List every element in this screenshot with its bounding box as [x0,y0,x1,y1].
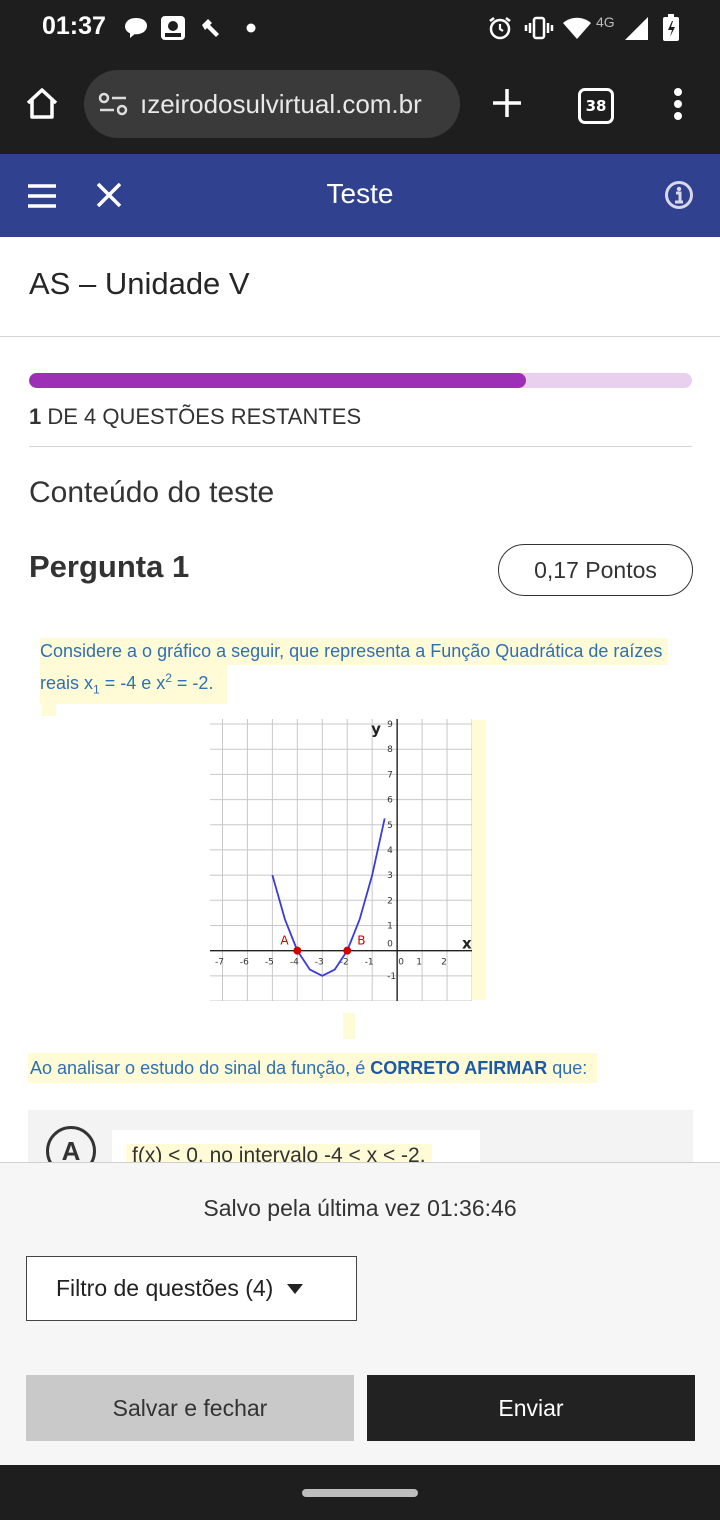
highlight-block [343,1013,355,1039]
y-axis-label: y [371,720,381,738]
vibrate-icon [524,14,554,42]
y-tick-label: 6 [387,796,393,806]
root-point-a [293,946,302,955]
content-heading: Conteúdo do teste [29,476,275,509]
app-header: Teste [0,154,720,237]
close-icon[interactable] [94,180,124,210]
y-tick-label: 1 [387,921,393,931]
question-text-line2: reais x1 = -4 e x2 = -2. [40,665,228,704]
browser-toolbar: ızeirodosulvirtual.com.br 38 [0,56,720,154]
info-icon[interactable] [664,180,694,210]
status-bar: 01:37 4G [0,0,720,56]
x-tick-label: 0 [398,958,404,968]
y-tick-label: 5 [387,821,393,831]
remaining-label: DE 4 QUESTÕES RESTANTES [41,404,362,429]
network-type: 4G [596,14,615,30]
footer-panel: Salvo pela última vez 01:36:46 Filtro de… [0,1162,720,1466]
dot-icon [244,14,258,42]
x-tick-label: -5 [265,958,274,968]
question-prompt: Ao analisar o estudo do sinal da função,… [28,1053,598,1083]
divider [29,446,692,447]
y-tick-label: 3 [387,871,393,881]
alarm-icon [486,14,514,42]
highlight-block [472,720,486,1000]
site-settings-icon[interactable] [98,90,128,118]
questions-remaining: 1 DE 4 QUESTÕES RESTANTES [29,404,361,430]
x-axis-label: x [462,935,472,953]
submit-button[interactable]: Enviar [367,1375,695,1441]
system-nav-bar [0,1465,720,1520]
new-tab-icon[interactable] [490,86,524,120]
y-tick-label: -1 [387,972,396,982]
x-tick-label: 1 [416,958,422,968]
y-tick-label: 8 [387,745,393,755]
quadratic-graph: -7 -6 -5 -4 -3 -2 -1 0 1 2-10123456789xyA B [210,719,472,1001]
save-and-close-button[interactable]: Salvar e fechar [26,1375,354,1441]
gesture-handle[interactable] [302,1489,418,1497]
url-text: ızeirodosulvirtual.com.br [140,89,422,119]
y-tick-label: 9 [387,720,393,730]
y-tick-label: 2 [387,896,393,906]
remaining-count: 1 [29,404,42,429]
hamburger-menu-icon[interactable] [26,182,58,210]
address-bar[interactable]: ızeirodosulvirtual.com.br [84,70,460,138]
home-icon[interactable] [22,84,62,124]
point-label: B [357,934,365,948]
chat-bubble-icon [122,14,150,42]
saved-status: Salvo pela última vez 01:36:46 [203,1195,517,1221]
x-tick-label: -6 [240,958,249,968]
x-tick-label: -1 [365,958,374,968]
x-tick-label: 2 [441,958,447,968]
point-label: A [280,934,289,948]
y-tick-label: 4 [387,846,393,856]
signal-icon [622,14,650,42]
highlight-block [42,692,56,716]
tools-icon [198,14,224,42]
y-tick-label: 7 [387,770,393,780]
x-tick-label: -4 [290,958,299,968]
battery-icon [660,14,682,42]
progress-fill [29,373,527,388]
divider [0,336,720,337]
parabola-line [271,818,386,977]
root-point-b [343,946,352,955]
status-time: 01:37 [42,12,106,40]
question-title: Pergunta 1 [29,549,190,584]
wifi-icon [562,14,592,42]
question-text-line1: Considere a o gráfico a seguir, que repr… [40,638,669,665]
page-title: AS – Unidade V [29,266,250,301]
tabs-icon[interactable]: 38 [578,88,614,124]
points-badge: 0,17 Pontos [498,544,693,596]
x-tick-label: -3 [315,958,324,968]
y-tick-label: 0 [387,940,393,950]
x-tick-label: -7 [215,958,224,968]
menu-dots-icon[interactable] [670,84,686,124]
photo-icon [158,14,188,42]
question-filter-dropdown[interactable]: Filtro de questões (4) [26,1256,357,1321]
progress-bar [29,373,692,388]
caret-down-icon [287,1283,304,1294]
